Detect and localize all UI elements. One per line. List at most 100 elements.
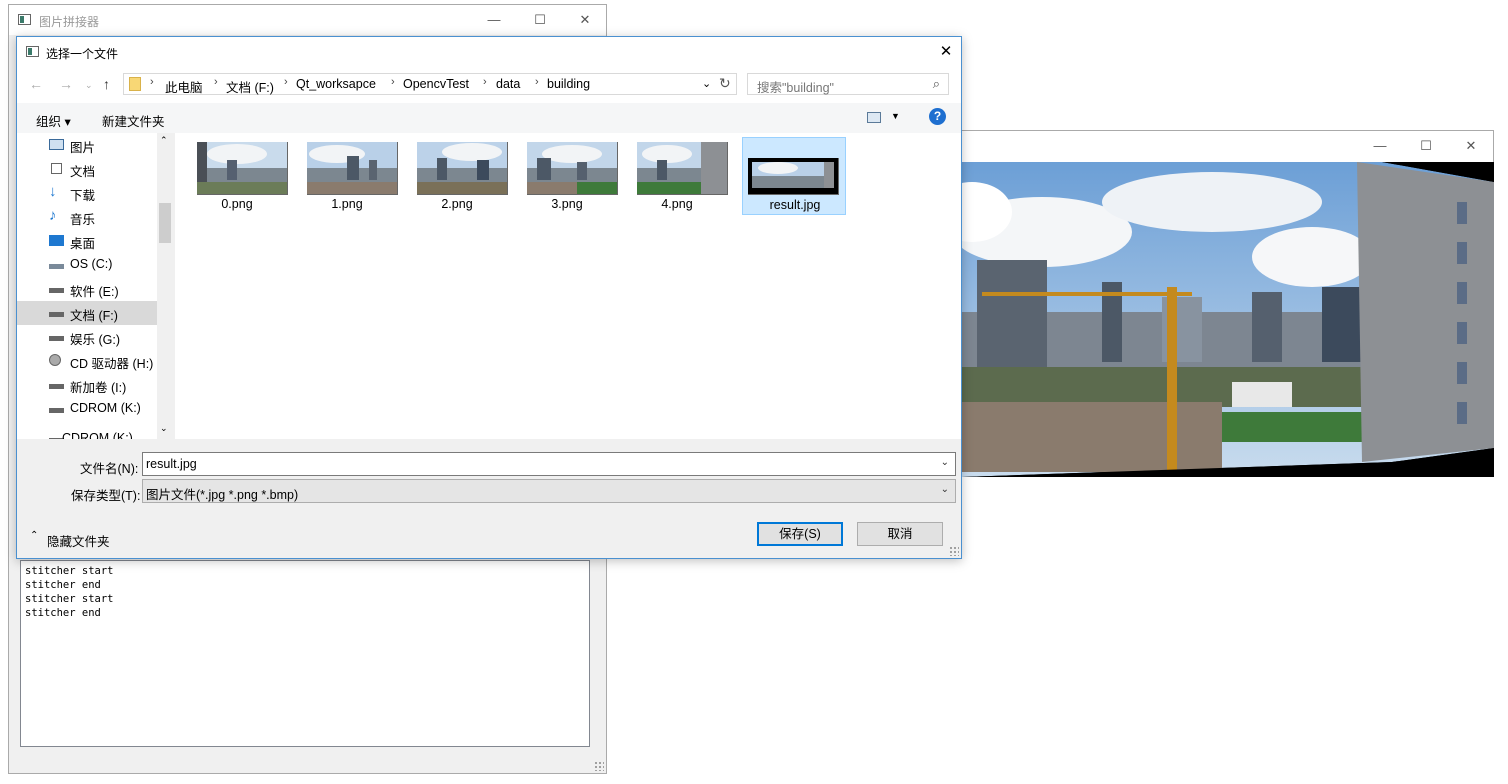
- dialog-titlebar[interactable]: 选择一个文件 ✕: [17, 37, 961, 67]
- close-icon[interactable]: ✕: [923, 37, 969, 67]
- view-dropdown-icon[interactable]: ▼: [891, 111, 900, 121]
- forward-arrow-icon[interactable]: →: [59, 76, 73, 92]
- maximize-icon[interactable]: ☐: [1403, 131, 1449, 161]
- filetype-label: 保存类型(T):: [71, 489, 141, 503]
- new-folder-button[interactable]: 新建文件夹: [102, 111, 165, 130]
- nav-item-label: CDROM (K:): [62, 431, 133, 439]
- search-icon[interactable]: ⌕: [933, 76, 940, 92]
- file-name: 2.png: [441, 197, 473, 211]
- refresh-icon[interactable]: ↻: [719, 75, 731, 92]
- breadcrumb-opencvtest[interactable]: OpencvTest: [403, 77, 469, 91]
- chevron-right-icon: ›: [483, 76, 487, 88]
- nav-item-drive-e[interactable]: 软件 (E:): [17, 277, 157, 301]
- file-item[interactable]: 1.png: [295, 137, 399, 215]
- maximize-icon[interactable]: ☐: [517, 5, 563, 35]
- scroll-down-icon[interactable]: ⌄: [160, 423, 168, 434]
- file-item[interactable]: 2.png: [405, 137, 509, 215]
- nav-item-drive-c[interactable]: OS (C:): [17, 253, 157, 277]
- pictures-icon: [49, 139, 64, 150]
- resize-grip-icon[interactable]: [594, 761, 604, 771]
- image-thumbnail: [307, 142, 398, 195]
- filename-value: result.jpg: [146, 457, 197, 471]
- filename-input[interactable]: result.jpg ⌄: [142, 452, 956, 476]
- nav-item-documents[interactable]: 文档: [17, 157, 157, 181]
- drive-icon: [49, 288, 64, 293]
- organize-menu[interactable]: 组织 ▾: [36, 111, 71, 130]
- minimize-icon[interactable]: ―: [471, 5, 517, 35]
- filetype-value: 图片文件(*.jpg *.png *.bmp): [146, 488, 299, 502]
- recent-dropdown-icon[interactable]: ⌄: [85, 80, 93, 91]
- dialog-title: 选择一个文件: [46, 47, 119, 61]
- image-result-window: ― ☐ ✕: [940, 130, 1494, 477]
- file-item[interactable]: 0.png: [185, 137, 289, 215]
- help-icon[interactable]: ?: [929, 108, 946, 125]
- app-icon: [18, 14, 31, 25]
- music-icon: ♪: [49, 207, 57, 224]
- nav-item-drive-f[interactable]: 文档 (F:): [17, 301, 157, 325]
- back-arrow-icon[interactable]: ←: [29, 76, 43, 92]
- breadcrumb-data[interactable]: data: [496, 77, 520, 91]
- search-box[interactable]: 搜索"building" ⌕: [747, 73, 949, 95]
- image-thumbnail: [527, 142, 618, 195]
- chevron-down-icon[interactable]: ⌄: [941, 457, 949, 468]
- panorama-image: [962, 162, 1494, 477]
- breadcrumb-this-pc[interactable]: 此电脑: [165, 77, 203, 96]
- save-file-dialog: 选择一个文件 ✕ ← → ⌄ ↑ › 此电脑 › 文档 (F:) › Qt_wo…: [16, 36, 962, 559]
- nav-item-drive-k[interactable]: CDROM (K:): [17, 397, 157, 421]
- folder-icon: [129, 77, 141, 91]
- drive-icon: [49, 384, 64, 389]
- address-bar[interactable]: › 此电脑 › 文档 (F:) › Qt_worksapce › OpencvT…: [123, 73, 737, 95]
- resize-grip-icon[interactable]: [949, 546, 959, 556]
- nav-scrollbar[interactable]: ⌃ ⌄: [157, 133, 173, 439]
- address-dropdown-icon[interactable]: ⌄: [702, 77, 711, 90]
- breadcrumb-qt-workspace[interactable]: Qt_worksapce: [296, 77, 376, 91]
- minimize-icon[interactable]: ―: [1357, 131, 1403, 161]
- up-arrow-icon[interactable]: ↑: [103, 76, 110, 92]
- nav-item-music[interactable]: ♪ 音乐: [17, 205, 157, 229]
- view-options-icon[interactable]: [867, 112, 881, 123]
- image-thumbnail: [417, 142, 508, 195]
- chevron-right-icon: ›: [391, 76, 395, 88]
- nav-item-pictures[interactable]: 图片: [17, 133, 157, 157]
- drive-icon: [49, 312, 64, 317]
- chevron-up-icon[interactable]: ⌃: [30, 530, 38, 541]
- save-button[interactable]: 保存(S): [757, 522, 843, 546]
- desktop-icon: [49, 235, 64, 246]
- image-titlebar[interactable]: ― ☐ ✕: [941, 131, 1493, 162]
- hide-folders-toggle[interactable]: 隐藏文件夹: [47, 531, 110, 550]
- chevron-right-icon: ›: [214, 76, 218, 88]
- breadcrumb-drive-f[interactable]: 文档 (F:): [226, 77, 274, 96]
- chevron-down-icon[interactable]: ⌄: [941, 484, 949, 495]
- nav-item-drive-g[interactable]: 娱乐 (G:): [17, 325, 157, 349]
- file-item[interactable]: 4.png: [625, 137, 729, 215]
- cancel-button[interactable]: 取消: [857, 522, 943, 546]
- file-name: 0.png: [221, 197, 253, 211]
- close-icon[interactable]: ✕: [562, 5, 608, 35]
- file-name: result.jpg: [769, 198, 821, 212]
- nav-item-label: 桌面: [70, 237, 96, 251]
- nav-item-drive-h[interactable]: CD 驱动器 (H:): [17, 349, 157, 373]
- filetype-select[interactable]: 图片文件(*.jpg *.png *.bmp) ⌄: [142, 479, 956, 503]
- breadcrumb-building[interactable]: building: [547, 77, 590, 91]
- file-name: 1.png: [331, 197, 363, 211]
- log-output[interactable]: stitcher start stitcher end stitcher sta…: [20, 560, 590, 747]
- nav-item-desktop[interactable]: 桌面: [17, 229, 157, 253]
- file-item[interactable]: 3.png: [515, 137, 619, 215]
- drive-icon: [49, 408, 64, 413]
- main-titlebar[interactable]: 图片拼接器 ― ☐ ✕: [9, 5, 606, 35]
- image-thumbnail: [748, 158, 839, 195]
- close-icon[interactable]: ✕: [1448, 131, 1494, 161]
- search-placeholder: 搜索"building": [757, 81, 834, 95]
- nav-item-downloads[interactable]: ↓ 下载: [17, 181, 157, 205]
- scroll-thumb[interactable]: [159, 203, 171, 243]
- filename-label: 文件名(N):: [80, 462, 139, 476]
- scroll-up-icon[interactable]: ⌃: [160, 135, 168, 146]
- nav-item-drive-i[interactable]: 新加卷 (I:): [17, 373, 157, 397]
- nav-item-label: 软件 (E:): [70, 285, 119, 299]
- documents-icon: [51, 163, 62, 174]
- nav-item-label: OS (C:): [70, 257, 113, 271]
- nav-item-drive-k-2[interactable]: CDROM (K:): [17, 427, 157, 439]
- nav-item-label: 下载: [70, 189, 96, 203]
- file-item-selected[interactable]: result.jpg: [742, 137, 846, 215]
- chevron-right-icon: ›: [284, 76, 288, 88]
